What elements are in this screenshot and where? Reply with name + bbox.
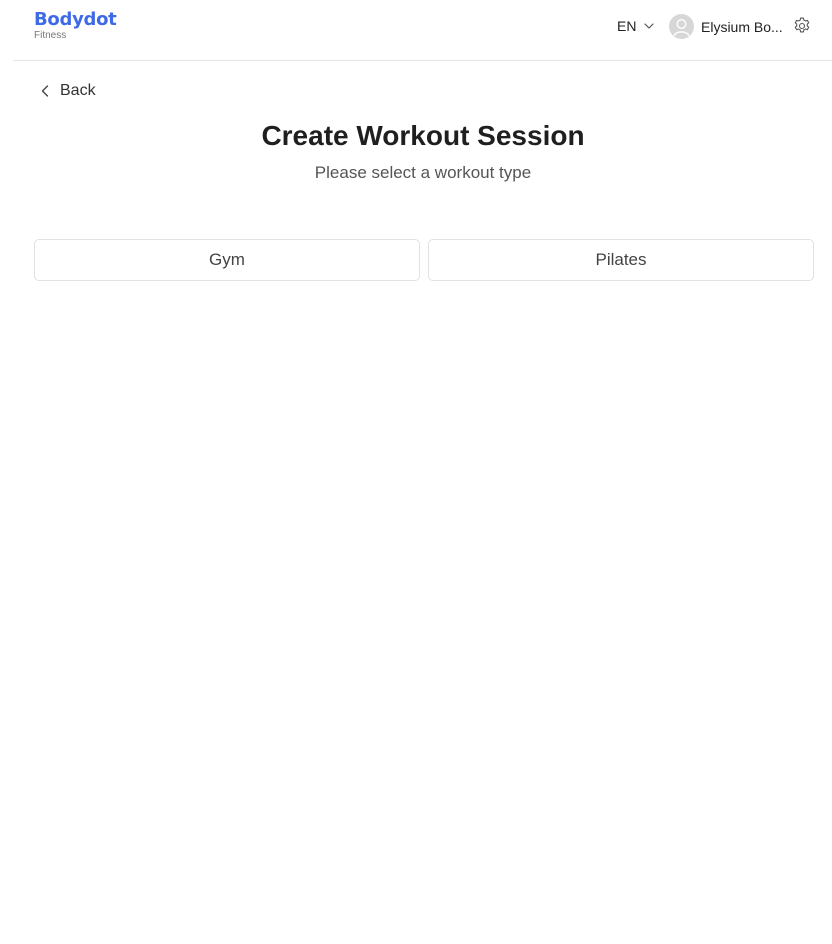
chevron-down-icon (644, 23, 655, 29)
page-title: Create Workout Session (261, 120, 585, 151)
user-menu[interactable]: Elysium Bo... (669, 14, 783, 39)
back-label: Back (60, 82, 96, 99)
gear-icon (794, 17, 810, 33)
back-button[interactable]: Back (38, 82, 96, 100)
chevron-left-icon (41, 85, 49, 97)
settings-button[interactable] (792, 16, 812, 36)
brand-logo[interactable]: Bodydot Fitness (34, 9, 117, 42)
language-selector[interactable]: EN (617, 17, 655, 35)
page-subtitle: Please select a workout type (314, 163, 532, 182)
brand-subtitle: Fitness (34, 30, 67, 41)
avatar (669, 14, 694, 39)
workout-type-gym-button[interactable]: Gym (34, 239, 420, 281)
header-divider (13, 60, 832, 61)
workout-type-pilates-button[interactable]: Pilates (428, 239, 814, 281)
user-name: Elysium Bo... (701, 18, 783, 35)
user-avatar-icon (673, 18, 690, 37)
top-header: Bodydot Fitness EN Elysium Bo... (0, 0, 832, 61)
brand-name: Bodydot (34, 9, 117, 30)
language-label: EN (617, 18, 637, 34)
